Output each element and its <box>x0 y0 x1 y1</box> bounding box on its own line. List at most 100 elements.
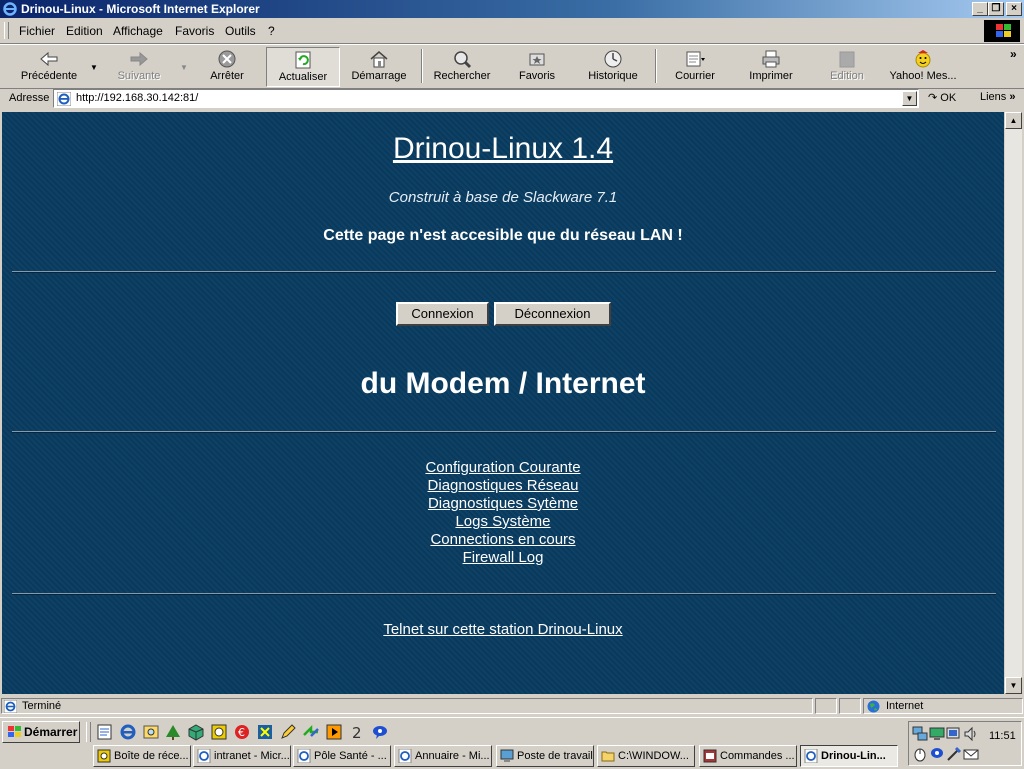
menu-fichier[interactable]: Fichier <box>19 24 55 38</box>
mouse-tray-icon[interactable] <box>912 746 928 762</box>
link-firewall-log[interactable]: Firewall Log <box>2 549 1004 566</box>
task-pole-sante[interactable]: Pôle Santé - ... <box>293 745 391 767</box>
svg-text:€: € <box>238 726 245 739</box>
back-button[interactable]: Précédente <box>10 47 88 87</box>
go-label: OK <box>940 92 957 104</box>
address-dropdown-icon[interactable]: ▼ <box>902 91 917 106</box>
task-drinou-linux[interactable]: Drinou-Lin... <box>800 745 898 767</box>
link-configuration[interactable]: Configuration Courante <box>2 459 1004 476</box>
mail-tray-icon[interactable] <box>963 746 979 762</box>
links-button[interactable]: Liens » <box>980 91 1015 103</box>
task-my-computer[interactable]: Poste de travail <box>496 745 594 767</box>
cube-app-icon[interactable] <box>187 723 205 741</box>
vertical-scrollbar[interactable]: ▲ ▼ <box>1005 112 1022 694</box>
mail-button[interactable]: Courrier <box>662 47 728 87</box>
start-button[interactable]: Démarrer <box>2 721 80 743</box>
network-tray-icon[interactable] <box>912 726 928 742</box>
disconnect-button[interactable]: Déconnexion <box>494 302 611 326</box>
task-intranet[interactable]: intranet - Micr... <box>193 745 291 767</box>
toolbar-chevron[interactable]: » <box>1010 47 1017 61</box>
go-button[interactable]: ↷ OK <box>928 91 956 104</box>
search-button[interactable]: Rechercher <box>426 47 498 87</box>
divider <box>12 593 996 595</box>
ie-logo-icon <box>3 2 17 16</box>
task-mail-inbox[interactable]: Boîte de réce... <box>93 745 191 767</box>
address-label: Adresse <box>9 92 50 104</box>
taskbar: Démarrer € 2 Boîte de réce... intranet -… <box>0 717 1024 769</box>
title-bar[interactable]: Drinou-Linux - Microsoft Internet Explor… <box>0 0 1024 18</box>
explorer-search-icon[interactable] <box>142 723 160 741</box>
arrows-app-icon[interactable] <box>302 723 320 741</box>
minimize-button[interactable]: _ <box>972 2 988 16</box>
yahoo-messenger-button[interactable]: Yahoo! Mes... <box>884 47 962 87</box>
start-label: Démarrer <box>24 725 78 739</box>
puzzle-app-icon[interactable] <box>256 723 274 741</box>
link-telnet[interactable]: Telnet sur cette station Drinou-Linux <box>2 621 1004 638</box>
volume-tray-icon[interactable] <box>963 726 979 742</box>
favorites-button[interactable]: Favoris <box>505 47 569 87</box>
address-bar: Adresse http://192.168.30.142:81/ ▼ ↷ OK… <box>0 88 1024 110</box>
menu-grip[interactable] <box>4 22 9 39</box>
forward-dropdown-icon[interactable]: ▼ <box>180 63 188 72</box>
page-title[interactable]: Drinou-Linux 1.4 <box>2 132 1004 166</box>
scroll-down-icon[interactable]: ▼ <box>1005 677 1022 694</box>
clock[interactable]: 11:51 <box>989 730 1016 742</box>
menu-edition[interactable]: Edition <box>66 24 103 38</box>
monitor-tray-icon[interactable] <box>946 726 962 742</box>
yahoo-messenger-icon <box>915 50 931 68</box>
link-network-diagnostics[interactable]: Diagnostiques Réseau <box>2 477 1004 494</box>
tool-tray-icon[interactable] <box>946 746 962 762</box>
links-label: Liens <box>980 91 1007 103</box>
internet-explorer-icon[interactable] <box>119 723 137 741</box>
scroll-up-icon[interactable]: ▲ <box>1005 112 1022 129</box>
maximize-button[interactable]: ❐ <box>988 2 1004 16</box>
internet-globe-icon <box>867 700 880 713</box>
home-button[interactable]: Démarrage <box>343 47 415 87</box>
link-system-diagnostics[interactable]: Diagnostiques Sytème <box>2 495 1004 512</box>
help-app-icon[interactable]: 2 <box>348 723 366 741</box>
pencil-app-icon[interactable] <box>279 723 297 741</box>
address-field[interactable]: http://192.168.30.142:81/ ▼ <box>53 89 919 108</box>
edit-page-icon <box>839 51 855 68</box>
status-text: Terminé <box>22 700 62 712</box>
refresh-button[interactable]: Actualiser <box>266 47 340 87</box>
divider <box>12 271 996 273</box>
stop-button[interactable]: Arrêter <box>192 47 262 87</box>
page-content: Drinou-Linux 1.4 Construit à base de Sla… <box>2 112 1004 694</box>
menu-affichage[interactable]: Affichage <box>113 24 163 38</box>
display-tray-icon[interactable] <box>929 726 945 742</box>
task-windows-folder[interactable]: C:\WINDOW... <box>597 745 695 767</box>
menu-help[interactable]: ? <box>268 24 275 38</box>
security-zone-panel[interactable]: Internet <box>863 698 1023 714</box>
menu-outils[interactable]: Outils <box>225 24 256 38</box>
connect-button[interactable]: Connexion <box>396 302 489 326</box>
link-system-logs[interactable]: Logs Système <box>2 513 1004 530</box>
favorites-icon <box>529 53 545 66</box>
back-dropdown-icon[interactable]: ▼ <box>90 63 98 72</box>
forward-button[interactable]: Suivante <box>102 47 176 87</box>
history-button[interactable]: Historique <box>578 47 648 87</box>
notepad-icon[interactable] <box>96 723 114 741</box>
computer-icon <box>500 749 514 762</box>
lan-notice: Cette page n'est accesible que du réseau… <box>323 227 683 244</box>
status-panel <box>839 698 861 714</box>
tree-app-icon[interactable] <box>164 723 182 741</box>
media-player-icon[interactable] <box>325 723 343 741</box>
link-active-connections[interactable]: Connections en cours <box>2 531 1004 548</box>
task-annuaire[interactable]: Annuaire - Mi... <box>394 745 492 767</box>
clock-app-icon[interactable] <box>210 723 228 741</box>
print-button[interactable]: Imprimer <box>738 47 804 87</box>
ie-page-icon <box>398 749 412 763</box>
status-bar: Terminé Internet <box>0 696 1024 716</box>
task-commandes[interactable]: Commandes ... <box>699 745 797 767</box>
euro-app-icon[interactable]: € <box>233 723 251 741</box>
close-button[interactable]: × <box>1006 2 1022 16</box>
messenger-tray-icon[interactable] <box>929 746 945 762</box>
modem-heading: du Modem / Internet <box>360 367 646 400</box>
address-url[interactable]: http://192.168.30.142:81/ <box>76 92 198 104</box>
edit-button[interactable]: Edition <box>815 47 879 87</box>
chat-app-icon[interactable] <box>371 723 389 741</box>
menu-favoris[interactable]: Favoris <box>175 24 214 38</box>
search-icon <box>454 51 472 69</box>
refresh-icon <box>295 51 311 69</box>
